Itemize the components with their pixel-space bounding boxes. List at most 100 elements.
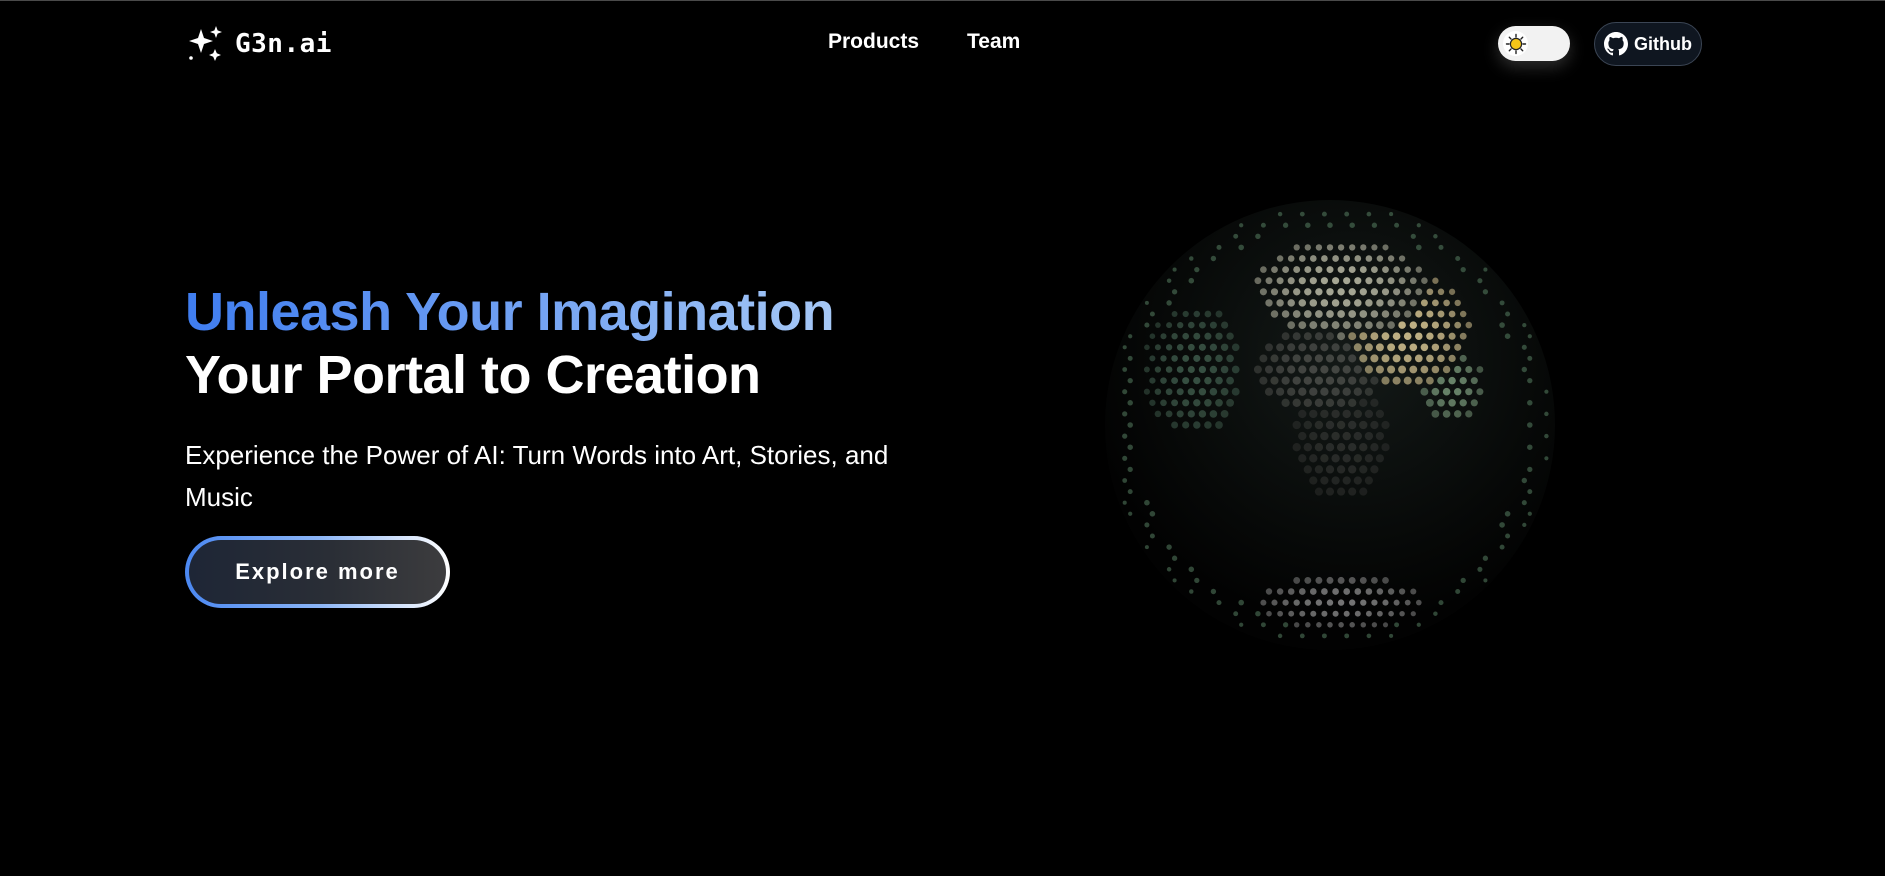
globe-dot [1198, 365, 1207, 374]
globe-dot [1382, 266, 1389, 273]
globe-dot [1303, 420, 1312, 430]
globe-dot [1231, 343, 1240, 352]
globe-dot [1398, 588, 1406, 595]
globe-dot [1348, 487, 1357, 496]
globe-dot [1366, 211, 1372, 217]
globe-dot [1332, 588, 1339, 595]
globe-dot [1420, 387, 1429, 396]
globe-dot [1438, 600, 1444, 606]
sun-icon [1505, 33, 1526, 54]
globe-dot [1122, 433, 1128, 439]
globe-dot [1399, 610, 1405, 617]
globe-dot [1420, 365, 1429, 374]
globe-dot [1342, 476, 1351, 485]
globe-dot [1365, 610, 1372, 617]
globe-dot [1209, 321, 1217, 329]
globe-dot [1459, 332, 1467, 340]
nav-link-team[interactable]: Team [967, 30, 1020, 54]
globe-dot [1443, 321, 1451, 329]
logo[interactable]: G3n.ai [185, 24, 332, 64]
globe-dot [1309, 255, 1317, 262]
globe-dot [1349, 599, 1356, 606]
globe-dot [1505, 311, 1511, 317]
globe-dot [1315, 599, 1323, 606]
globe-dot [1375, 365, 1384, 374]
globe-dot [1398, 255, 1406, 262]
globe-dot [1420, 321, 1429, 329]
globe-dot [1210, 588, 1217, 595]
globe-dot [1375, 343, 1384, 352]
globe-dot [1371, 622, 1378, 628]
globe-dot [1499, 544, 1505, 550]
globe-dot [1231, 387, 1240, 396]
globe-dot [1171, 399, 1179, 407]
globe-dot [1292, 376, 1301, 385]
globe-dot [1210, 255, 1217, 262]
globe-dot [1342, 454, 1351, 463]
globe-dot [1370, 465, 1379, 474]
globe-dot [1338, 622, 1344, 628]
globe-dot [1414, 354, 1423, 363]
globe-dot [1282, 266, 1290, 274]
globe-dot [1149, 399, 1156, 406]
globe-dot [1415, 599, 1422, 606]
globe-dot [1298, 321, 1307, 330]
globe-dot [1454, 343, 1462, 351]
globe-dot [1292, 420, 1301, 430]
globe-dot [1154, 366, 1162, 373]
globe-dot [1282, 222, 1289, 228]
globe-dot [1527, 466, 1533, 473]
globe-dot [1165, 410, 1173, 418]
globe-dot [1281, 332, 1290, 341]
globe-dot [1442, 365, 1451, 374]
globe-dot [1215, 376, 1223, 385]
globe-dot [1281, 398, 1290, 407]
globe-dot [1392, 310, 1401, 318]
globe-dot [1143, 366, 1150, 373]
globe-dot [1376, 321, 1384, 329]
globe-dot [1144, 322, 1150, 328]
globe-dot [1220, 410, 1229, 418]
globe-dot [1239, 223, 1244, 228]
theme-toggle[interactable] [1498, 26, 1570, 61]
globe-dot [1348, 288, 1356, 296]
explore-more-button[interactable]: Explore more [185, 536, 450, 608]
globe-dot [1437, 398, 1445, 407]
globe-dot [1382, 622, 1389, 628]
globe-dot [1165, 366, 1173, 373]
globe-dot [1431, 299, 1439, 307]
globe-dot [1437, 310, 1445, 318]
globe-dot [1321, 588, 1328, 595]
globe-dot [1337, 576, 1345, 584]
globe-dot [1204, 399, 1212, 407]
globe-dot [1204, 310, 1212, 318]
globe-dot [1238, 244, 1245, 251]
globe-dot [1309, 476, 1318, 485]
globe-dot [1348, 332, 1357, 341]
globe-dot [1398, 299, 1406, 307]
globe-dot [1437, 354, 1445, 363]
globe-dot [1425, 398, 1434, 407]
globe-dot [1292, 443, 1301, 452]
globe-dot [1320, 387, 1329, 396]
globe-dot [1331, 299, 1340, 307]
globe-dot [1403, 376, 1412, 385]
nav-link-products[interactable]: Products [828, 30, 919, 54]
globe-dot [1287, 588, 1295, 595]
globe-dot [1255, 610, 1261, 617]
globe-dot [1265, 277, 1273, 285]
globe-dot [1459, 376, 1467, 385]
globe-dot [1215, 398, 1223, 407]
globe-dot [1416, 622, 1421, 627]
globe-dot [1343, 588, 1351, 595]
globe-dot [1349, 622, 1355, 628]
globe-dot [1331, 409, 1340, 419]
globe-dot [1176, 343, 1184, 351]
dotted-globe-illustration[interactable] [1095, 195, 1555, 655]
github-button[interactable]: Github [1594, 22, 1702, 66]
globe-dot [1265, 343, 1273, 352]
globe-dot [1522, 322, 1527, 328]
globe-dot [1325, 376, 1335, 385]
globe-dot [1287, 299, 1295, 307]
globe-dot [1398, 365, 1407, 374]
